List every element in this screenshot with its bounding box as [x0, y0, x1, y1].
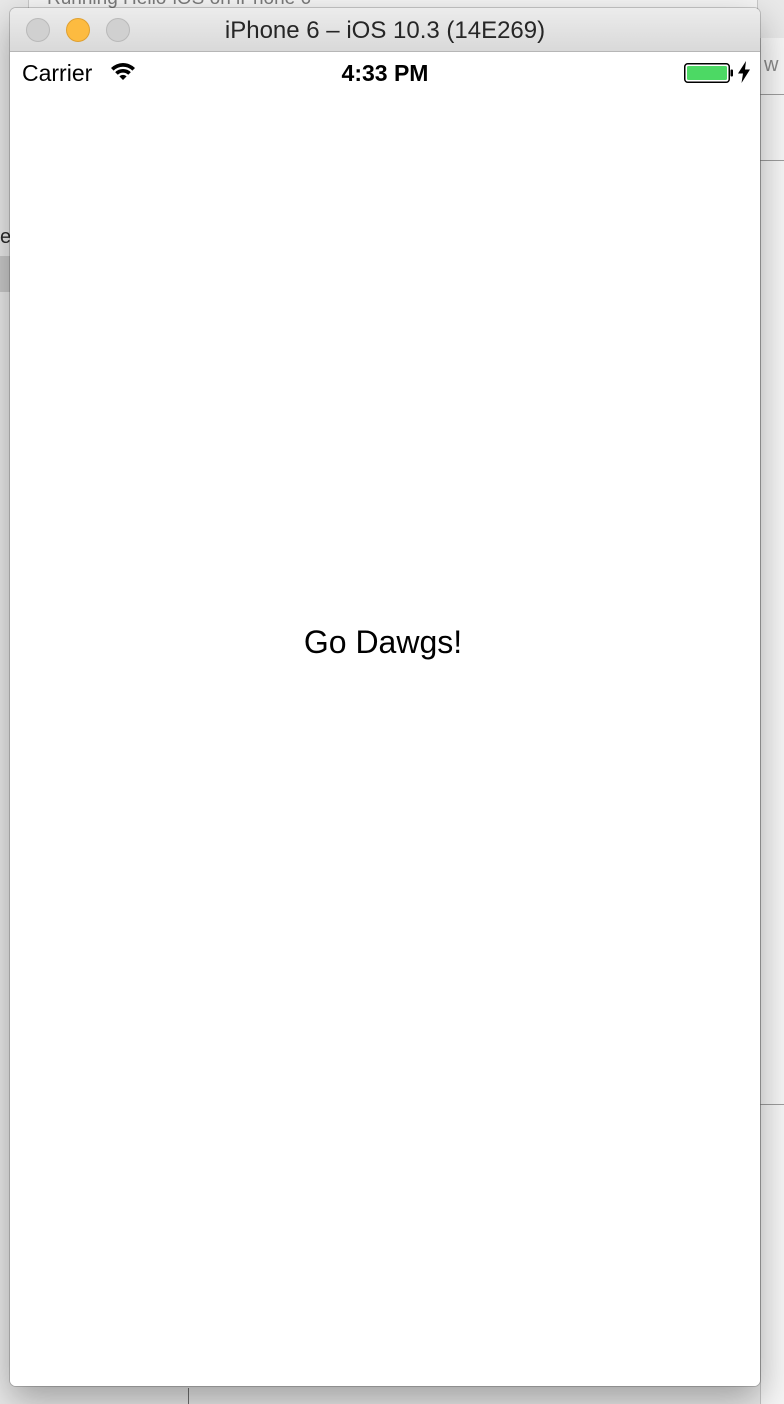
xcode-editor-divider — [188, 1388, 189, 1404]
right-panel-divider — [760, 160, 784, 161]
simulator-window: iPhone 6 – iOS 10.3 (14E269) Carrier 4:3… — [10, 8, 760, 1386]
right-panel-divider — [760, 94, 784, 95]
status-time: 4:33 PM — [341, 60, 429, 86]
ios-screen[interactable]: Carrier 4:33 PM Go Dawgs! — [10, 52, 760, 1386]
battery-icon — [684, 63, 733, 83]
xcode-right-panel — [760, 38, 784, 1404]
window-titlebar[interactable]: iPhone 6 – iOS 10.3 (14E269) — [10, 8, 760, 52]
go-dawgs-label: Go Dawgs! — [303, 624, 463, 660]
charging-icon — [738, 61, 750, 83]
status-bar: Carrier 4:33 PM — [10, 52, 760, 92]
left-panel-text: e — [0, 226, 10, 248]
right-panel-text: w C — [764, 54, 784, 76]
left-panel-selection — [0, 256, 10, 292]
right-panel-divider — [760, 1104, 784, 1105]
window-title: iPhone 6 – iOS 10.3 (14E269) — [224, 17, 546, 44]
